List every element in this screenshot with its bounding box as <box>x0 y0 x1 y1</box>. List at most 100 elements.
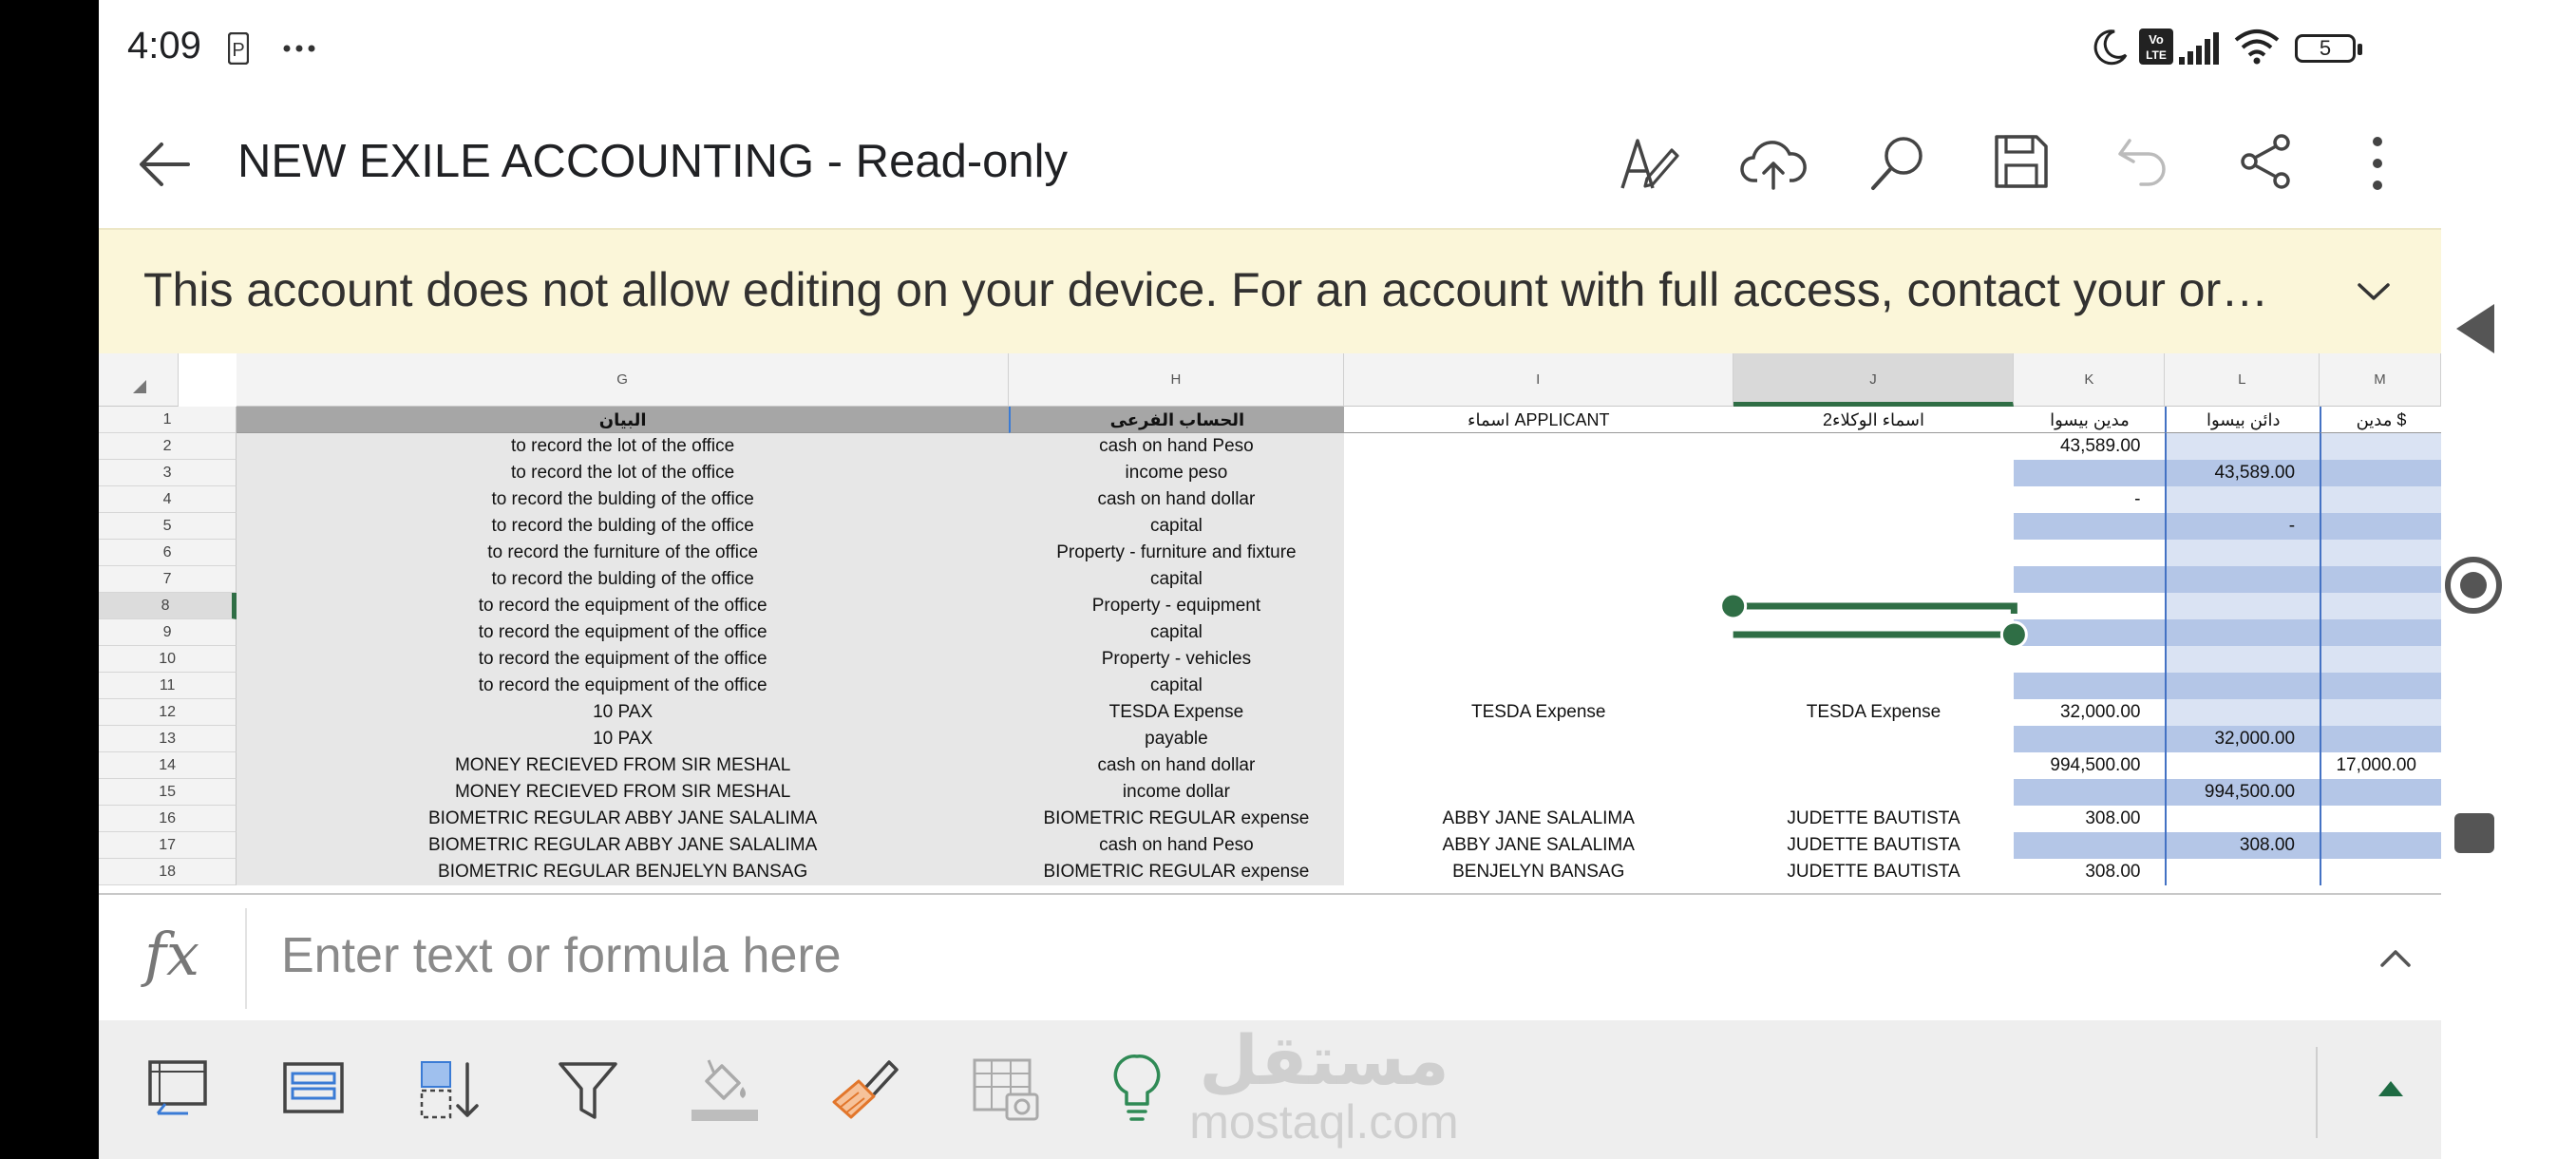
cell-i10[interactable] <box>1343 646 1733 673</box>
row-header[interactable]: 5 <box>99 513 237 540</box>
header-cell-j[interactable]: اسماء الوكلاء2 <box>1733 407 2015 433</box>
cell-h5[interactable]: capital <box>1009 513 1344 540</box>
cell-h14[interactable]: cash on hand dollar <box>1009 752 1344 779</box>
cell-m18[interactable] <box>2320 859 2441 885</box>
cell-k5[interactable] <box>2014 513 2166 540</box>
cell-j3[interactable] <box>1733 460 2015 486</box>
pen-icon[interactable] <box>1619 133 1679 194</box>
cell-h10[interactable]: Property - vehicles <box>1009 646 1344 673</box>
back-arrow-icon[interactable] <box>137 141 194 188</box>
cell-m10[interactable] <box>2320 646 2441 673</box>
cell-j11[interactable] <box>1733 673 2015 699</box>
column-header-g[interactable]: G <box>237 353 1010 407</box>
cell-h17[interactable]: cash on hand Peso <box>1009 832 1344 859</box>
cell-i15[interactable] <box>1343 779 1733 806</box>
cell-i14[interactable] <box>1343 752 1733 779</box>
lightbulb-icon[interactable] <box>1113 1053 1161 1125</box>
cell-g15[interactable]: MONEY RECIEVED FROM SIR MESHAL <box>237 779 1010 806</box>
row-header[interactable]: 18 <box>99 859 237 885</box>
table-icon[interactable] <box>281 1058 346 1117</box>
filter-icon[interactable] <box>557 1058 619 1121</box>
column-header-i[interactable]: I <box>1343 353 1733 407</box>
cell-l13[interactable]: 32,000.00 <box>2165 726 2320 752</box>
cell-m14[interactable]: 17,000.00 <box>2320 752 2441 779</box>
cell-g13[interactable]: 10 PAX <box>237 726 1010 752</box>
cell-j6[interactable] <box>1733 540 2015 566</box>
column-header-j[interactable]: J <box>1733 353 2015 407</box>
cell-j4[interactable] <box>1733 486 2015 513</box>
cell-g3[interactable]: to record the lot of the office <box>237 460 1010 486</box>
row-header[interactable]: 13 <box>99 726 237 752</box>
cell-l6[interactable] <box>2165 540 2320 566</box>
cell-i2[interactable] <box>1343 433 1733 460</box>
format-fill-icon[interactable] <box>690 1053 760 1123</box>
cell-k7[interactable] <box>2014 566 2166 593</box>
picture-table-icon[interactable] <box>971 1056 1041 1123</box>
cell-j12[interactable]: TESDA Expense <box>1733 699 2015 726</box>
cell-l9[interactable] <box>2165 619 2320 646</box>
cell-k6[interactable] <box>2014 540 2166 566</box>
cell-m6[interactable] <box>2320 540 2441 566</box>
cell-g11[interactable]: to record the equipment of the office <box>237 673 1010 699</box>
cell-i16[interactable]: ABBY JANE SALALIMA <box>1343 806 1733 832</box>
header-cell-i[interactable]: اسماء APPLICANT <box>1343 407 1733 433</box>
cell-i12[interactable]: TESDA Expense <box>1343 699 1733 726</box>
cell-g6[interactable]: to record the furniture of the office <box>237 540 1010 566</box>
row-header[interactable]: 1 <box>99 407 237 433</box>
nav-recents-icon[interactable] <box>2453 811 2496 855</box>
row-header[interactable]: 7 <box>99 566 237 593</box>
cell-h13[interactable]: payable <box>1009 726 1344 752</box>
header-cell-m[interactable]: مدين $ <box>2320 407 2441 433</box>
cell-g4[interactable]: to record the bulding of the office <box>237 486 1010 513</box>
cell-l8[interactable] <box>2165 593 2320 619</box>
freeze-panes-icon[interactable] <box>146 1058 209 1117</box>
cell-i18[interactable]: BENJELYN BANSAG <box>1343 859 1733 885</box>
cell-k11[interactable] <box>2014 673 2166 699</box>
cell-g8[interactable]: to record the equipment of the office <box>237 593 1010 619</box>
cell-l18[interactable] <box>2165 859 2320 885</box>
cell-k10[interactable] <box>2014 646 2166 673</box>
formula-input[interactable] <box>279 922 2183 990</box>
cell-g5[interactable]: to record the bulding of the office <box>237 513 1010 540</box>
cell-g17[interactable]: BIOMETRIC REGULAR ABBY JANE SALALIMA <box>237 832 1010 859</box>
cell-k18[interactable]: 308.00 <box>2014 859 2166 885</box>
cell-h16[interactable]: BIOMETRIC REGULAR expense <box>1009 806 1344 832</box>
cell-l2[interactable] <box>2165 433 2320 460</box>
read-only-banner[interactable]: This account does not allow editing on y… <box>99 228 2441 355</box>
cell-m17[interactable] <box>2320 832 2441 859</box>
cell-l11[interactable] <box>2165 673 2320 699</box>
cell-h9[interactable]: capital <box>1009 619 1344 646</box>
share-icon[interactable] <box>2238 133 2295 190</box>
save-icon[interactable] <box>1993 133 2050 190</box>
nav-back-icon[interactable] <box>2454 302 2496 355</box>
cell-i5[interactable] <box>1343 513 1733 540</box>
cell-j7[interactable] <box>1733 566 2015 593</box>
row-header[interactable]: 16 <box>99 806 237 832</box>
row-header[interactable]: 15 <box>99 779 237 806</box>
cell-k12[interactable]: 32,000.00 <box>2014 699 2166 726</box>
row-header[interactable]: 17 <box>99 832 237 859</box>
cell-j2[interactable] <box>1733 433 2015 460</box>
row-header[interactable]: 8 <box>99 593 237 619</box>
row-header[interactable]: 11 <box>99 673 237 699</box>
cell-h11[interactable]: capital <box>1009 673 1344 699</box>
cell-i3[interactable] <box>1343 460 1733 486</box>
cell-g14[interactable]: MONEY RECIEVED FROM SIR MESHAL <box>237 752 1010 779</box>
cell-m13[interactable] <box>2320 726 2441 752</box>
cell-g2[interactable]: to record the lot of the office <box>237 433 1010 460</box>
cell-l4[interactable] <box>2165 486 2320 513</box>
cell-l5[interactable]: - <box>2165 513 2320 540</box>
row-header[interactable]: 10 <box>99 646 237 673</box>
cell-j13[interactable] <box>1733 726 2015 752</box>
cell-i11[interactable] <box>1343 673 1733 699</box>
cell-k9[interactable] <box>2014 619 2166 646</box>
cell-i13[interactable] <box>1343 726 1733 752</box>
row-header[interactable]: 3 <box>99 460 237 486</box>
cell-j17[interactable]: JUDETTE BAUTISTA <box>1733 832 2015 859</box>
cell-h8[interactable]: Property - equipment <box>1009 593 1344 619</box>
cell-l16[interactable] <box>2165 806 2320 832</box>
cell-k8[interactable] <box>2014 593 2166 619</box>
cell-l15[interactable]: 994,500.00 <box>2165 779 2320 806</box>
cell-i4[interactable] <box>1343 486 1733 513</box>
cell-h12[interactable]: TESDA Expense <box>1009 699 1344 726</box>
